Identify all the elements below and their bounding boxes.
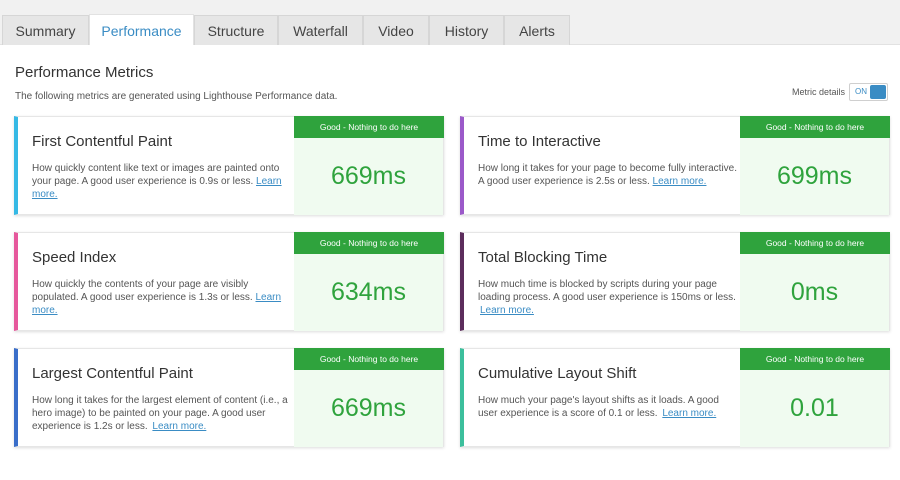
metric-description: How much time is blocked by scripts duri…: [478, 279, 736, 316]
tab-alerts[interactable]: Alerts: [504, 15, 570, 45]
tab-performance[interactable]: Performance: [89, 14, 194, 46]
status-badge: Good - Nothing to do here: [740, 232, 890, 254]
tab-summary[interactable]: Summary: [2, 15, 89, 45]
tab-waterfall[interactable]: Waterfall: [278, 15, 363, 45]
tab-video[interactable]: Video: [363, 15, 429, 45]
toggle-knob: [870, 85, 886, 99]
metric-details-label: Metric details: [791, 87, 845, 97]
toggle-state-label: ON: [855, 87, 867, 96]
metric-card-tbt: Total Blocking Time How much time is blo…: [460, 232, 890, 331]
learn-more-link[interactable]: Learn more.: [152, 421, 206, 432]
metric-description: How long it takes for your page to becom…: [478, 163, 738, 187]
metric-value-area: 669ms: [294, 138, 443, 215]
metric-name: Speed Index: [32, 249, 117, 266]
status-badge: Good - Nothing to do here: [294, 348, 444, 370]
metric-name: Largest Contentful Paint: [32, 365, 193, 382]
metric-value-area: 0.01: [740, 370, 889, 447]
tab-bar: Summary Performance Structure Waterfall …: [0, 0, 900, 46]
status-badge: Good - Nothing to do here: [740, 348, 890, 370]
metric-details-control: Metric details ON: [792, 83, 888, 101]
metric-value: 669ms: [330, 394, 407, 422]
metric-value-area: 699ms: [740, 138, 889, 215]
metric-details-toggle[interactable]: ON: [849, 83, 888, 101]
section-subtitle: The following metrics are generated usin…: [15, 91, 338, 102]
metric-value-area: 669ms: [294, 370, 443, 447]
metric-name: Time to Interactive: [478, 133, 601, 150]
metric-name: First Contentful Paint: [32, 133, 173, 150]
metric-value: 0ms: [790, 278, 839, 306]
metric-name: Total Blocking Time: [478, 249, 608, 266]
metric-card-speed-index: Speed Index How quickly the contents of …: [14, 232, 444, 331]
metric-value-area: 0ms: [740, 254, 889, 331]
status-badge: Good - Nothing to do here: [294, 116, 444, 138]
tab-history[interactable]: History: [429, 15, 504, 45]
metric-card-lcp: Largest Contentful Paint How long it tak…: [14, 348, 444, 447]
learn-more-link[interactable]: Learn more.: [480, 305, 534, 316]
learn-more-link[interactable]: Learn more.: [653, 176, 707, 187]
metric-card-cls: Cumulative Layout Shift How much your pa…: [460, 348, 890, 447]
metric-card-fcp: First Contentful Paint How quickly conte…: [14, 116, 444, 215]
metric-value: 0.01: [790, 394, 839, 422]
metric-description: How quickly the contents of your page ar…: [32, 279, 282, 316]
metric-value: 699ms: [776, 162, 853, 190]
tab-structure[interactable]: Structure: [194, 15, 278, 45]
metric-description: How much your page's layout shifts as it…: [478, 395, 719, 419]
metric-card-tti: Time to Interactive How long it takes fo…: [460, 116, 890, 215]
performance-panel: Performance Metrics The following metric…: [0, 45, 900, 480]
learn-more-link[interactable]: Learn more.: [662, 408, 716, 419]
metric-description: How long it takes for the largest elemen…: [32, 395, 288, 432]
metric-name: Cumulative Layout Shift: [478, 365, 637, 382]
metric-value-area: 634ms: [294, 254, 443, 331]
section-title: Performance Metrics: [15, 64, 154, 81]
metric-value: 669ms: [330, 162, 407, 190]
status-badge: Good - Nothing to do here: [294, 232, 444, 254]
metric-description: How quickly content like text or images …: [32, 163, 282, 200]
status-badge: Good - Nothing to do here: [740, 116, 890, 138]
metric-value: 634ms: [330, 278, 407, 306]
